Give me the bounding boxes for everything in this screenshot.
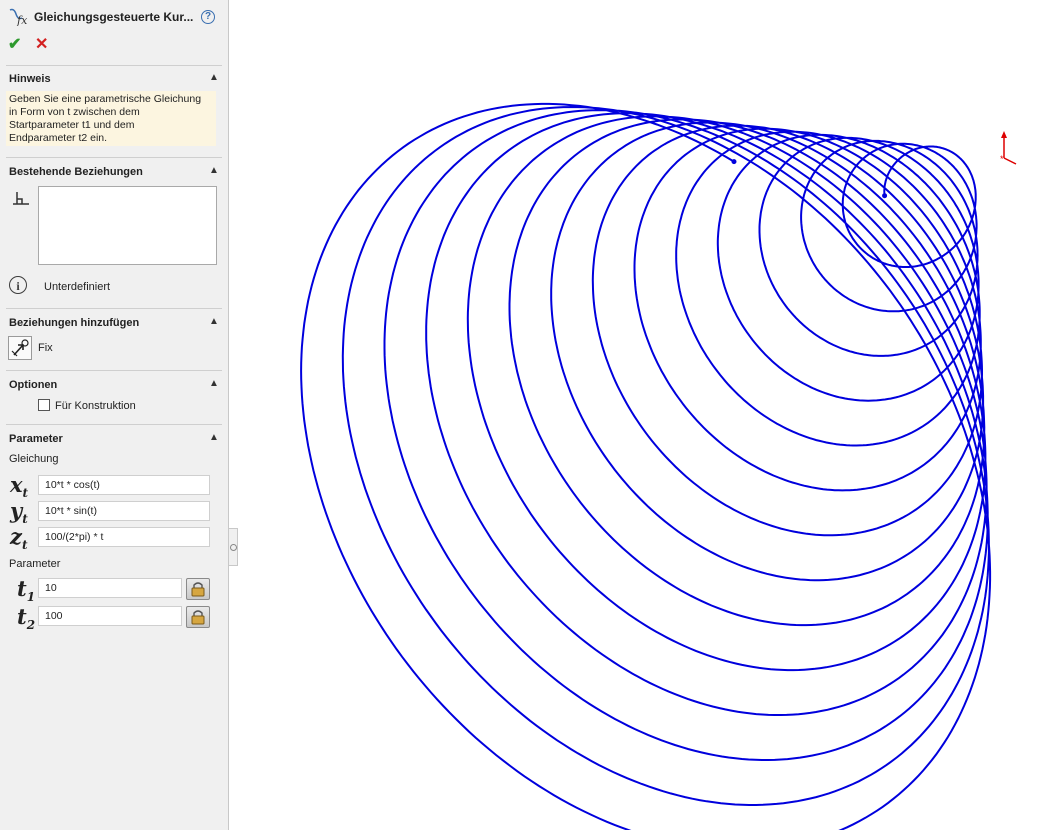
hint-line: Geben Sie eine parametrische Gleichung [9,93,202,105]
curve-end-point[interactable] [731,159,737,165]
section-heading-optionen[interactable]: Optionen [9,379,57,391]
chevron-up-icon[interactable]: ▲ [208,316,220,327]
divider [6,65,222,66]
feature-title: Gleichungsgesteuerte Kur... [34,10,194,24]
equation-driven-curve[interactable] [300,102,992,835]
section-heading-bestehende-beziehungen[interactable]: Bestehende Beziehungen [9,166,143,178]
ok-button[interactable]: ✔ [8,34,21,54]
hint-box: Geben Sie eine parametrische Gleichung i… [6,91,216,146]
existing-relations-list[interactable] [38,186,217,265]
viewport-canvas: * [300,102,1017,835]
y-equation-input[interactable]: 10*t * sin(t) [38,501,210,521]
divider [6,370,222,371]
relation-icon [13,192,29,205]
t2-lock-button[interactable] [186,606,210,628]
lock-icon [191,610,205,625]
chevron-up-icon[interactable]: ▲ [208,378,220,389]
property-manager-panel: fx Gleichungsgesteuerte Kur... ? ✔ ✕ Hin… [0,0,229,830]
equation-curve-icon: fx [9,8,28,26]
curve-start-point[interactable] [882,193,888,199]
coordinate-triad-icon: * [1000,131,1017,165]
graphics-viewport[interactable]: * [230,0,1046,835]
svg-text:*: * [1000,154,1004,164]
z-equation-input[interactable]: 100/(2*pi) * t [38,527,210,547]
construction-checkbox[interactable] [38,399,50,411]
cancel-button[interactable]: ✕ [35,34,48,54]
fix-relation-button[interactable] [8,336,32,360]
divider [6,424,222,425]
chevron-up-icon[interactable]: ▲ [208,72,220,83]
chevron-up-icon[interactable]: ▲ [208,432,220,443]
hint-line: in Form von t zwischen dem [9,106,140,118]
divider [6,157,222,158]
section-heading-beziehungen-hinzufuegen[interactable]: Beziehungen hinzufügen [9,317,139,329]
t1-input[interactable]: 10 [38,578,182,598]
hint-line: Endparameter t2 ein. [9,132,108,144]
z-variable-label: zt [10,524,28,553]
fix-relation-icon [11,339,29,357]
hint-line: Startparameter t1 und dem [9,119,135,131]
section-heading-parameter[interactable]: Parameter [9,433,63,445]
section-heading-hinweis[interactable]: Hinweis [9,73,51,85]
info-icon: i [9,276,27,294]
svg-text:fx: fx [16,14,28,26]
x-equation-input[interactable]: 10*t * cos(t) [38,475,210,495]
help-icon[interactable]: ? [201,10,215,24]
divider [6,308,222,309]
lock-icon [191,582,205,597]
fix-label: Fix [38,342,53,354]
chevron-up-icon[interactable]: ▲ [208,165,220,176]
construction-label: Für Konstruktion [55,400,136,412]
parameters-label: Parameter [9,558,61,570]
equation-label: Gleichung [9,453,59,465]
t2-variable-label: t2 [17,604,36,633]
t1-lock-button[interactable] [186,578,210,600]
t2-input[interactable]: 100 [38,606,182,626]
status-text: Unterdefiniert [44,281,111,293]
